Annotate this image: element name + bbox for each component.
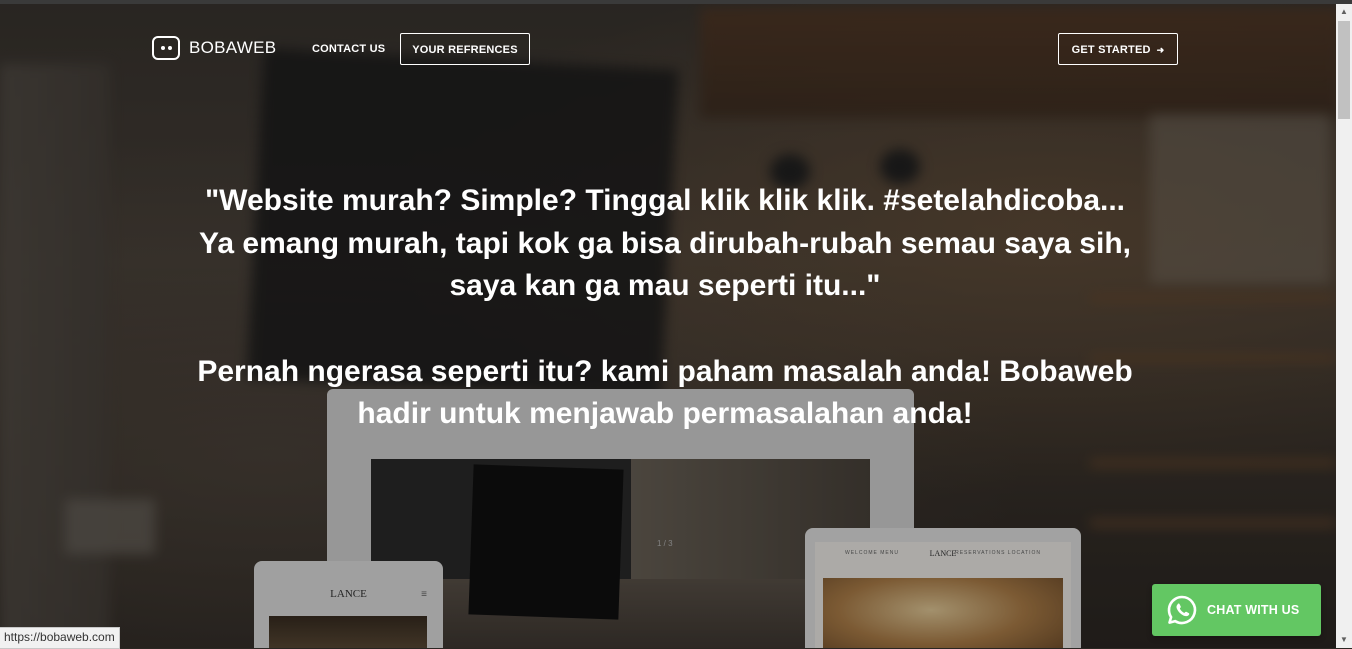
whatsapp-icon [1167,595,1197,625]
hero-headline: "Website murah? Simple? Tinggal klik kli… [150,180,1180,436]
scroll-up-icon[interactable]: ▲ [1336,4,1352,20]
contact-us-link[interactable]: CONTACT US [312,33,385,65]
status-bar-url: https://bobaweb.com [0,627,120,649]
your-references-button[interactable]: YOUR REFRENCES [400,33,530,65]
chat-with-us-button[interactable]: CHAT WITH US [1152,584,1321,636]
arrow-right-icon: ➜ [1156,45,1165,55]
robot-face-icon [152,36,180,60]
hero-line: saya kan ga mau seperti itu..." [449,269,881,302]
brand-logo-link[interactable]: BOBAWEB [152,33,276,63]
scroll-thumb[interactable] [1338,21,1350,119]
chat-label: CHAT WITH US [1207,603,1300,617]
page-scrollbar[interactable]: ▲ ▼ [1336,4,1352,648]
brand-name: BOBAWEB [189,38,277,57]
hero-line: hadir untuk menjawab permasalahan anda! [357,397,973,430]
hero-section: 1 / 3 LANCE ≡ WELCOME MENU LANCE RESERVA… [0,4,1336,648]
get-started-label: GET STARTED [1071,44,1151,56]
scroll-down-icon[interactable]: ▼ [1336,632,1352,648]
hero-line: "Website murah? Simple? Tinggal klik kli… [204,184,1126,217]
get-started-button[interactable]: GET STARTED ➜ [1058,33,1178,65]
hero-line: Ya emang murah, tapi kok ga bisa dirubah… [199,226,1131,260]
hero-line: Pernah ngerasa seperti itu? kami paham m… [197,354,1133,388]
